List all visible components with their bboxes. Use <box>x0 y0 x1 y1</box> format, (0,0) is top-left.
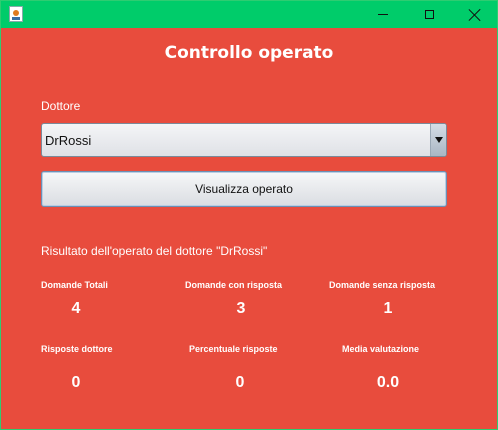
doctor-label: Dottore <box>41 99 81 113</box>
stat-value-domande-senza-risposta: 1 <box>383 300 393 317</box>
stat-title-domande-con-risposta: Domande con risposta <box>185 280 283 290</box>
minimize-icon <box>378 14 388 15</box>
close-icon <box>469 9 481 21</box>
stat-title-media-valutazione: Media valutazione <box>342 344 420 354</box>
stat-title-domande-senza-risposta: Domande senza risposta <box>329 280 436 290</box>
page-title: Controllo operato <box>164 43 334 63</box>
view-operato-button[interactable]: Visualizza operato <box>41 171 447 207</box>
minimize-button[interactable] <box>360 1 406 28</box>
stat-value-media-valutazione: 0.0 <box>376 374 400 391</box>
stat-title-percentuale-risposte: Percentuale risposte <box>189 344 278 354</box>
doctor-select[interactable]: DrRossi <box>41 123 447 157</box>
result-label: Risultato dell'operato del dottore "DrRo… <box>41 244 268 258</box>
stat-value-domande-con-risposta: 3 <box>236 300 246 317</box>
stat-title-risposte-dottore: Risposte dottore <box>41 344 113 354</box>
stat-title-domande-totali: Domande Totali <box>41 280 108 290</box>
close-button[interactable] <box>452 1 498 28</box>
app-window: Controllo operato Dottore DrRossi Visual… <box>0 0 498 430</box>
maximize-button[interactable] <box>406 1 452 28</box>
java-app-icon <box>9 6 23 22</box>
stat-value-percentuale-risposte: 0 <box>235 374 245 391</box>
maximize-icon <box>424 10 434 19</box>
doctor-select-value: DrRossi <box>45 133 92 148</box>
title-bar[interactable] <box>1 1 497 28</box>
chevron-down-icon[interactable] <box>430 124 446 156</box>
stat-value-risposte-dottore: 0 <box>71 374 81 391</box>
stat-value-domande-totali: 4 <box>71 300 81 317</box>
